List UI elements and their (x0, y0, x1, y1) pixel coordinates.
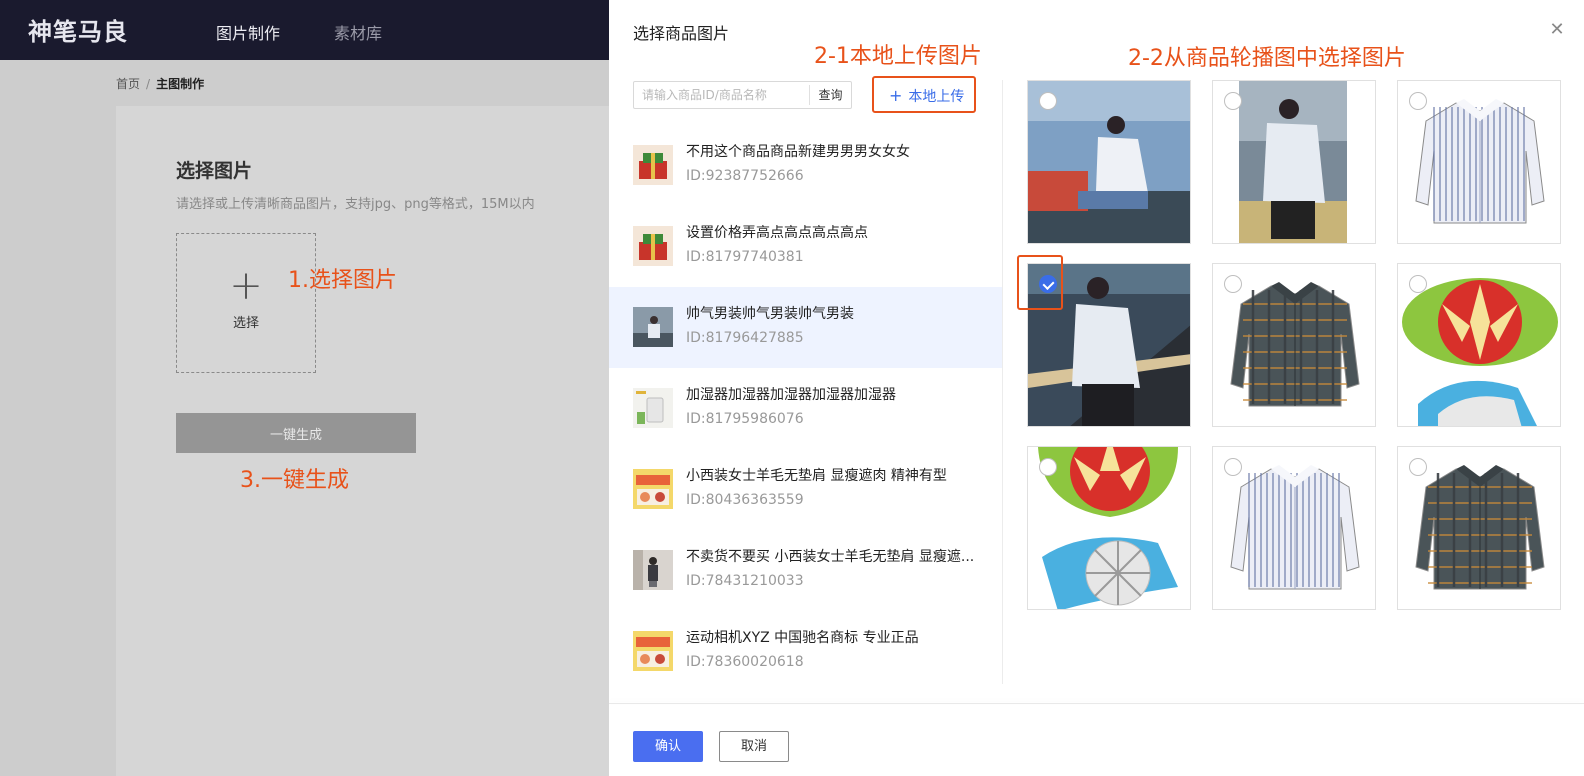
carousel-image[interactable] (1397, 263, 1561, 427)
confirm-button[interactable]: 确认 (633, 731, 703, 762)
radio-icon[interactable] (1039, 458, 1057, 476)
product-name: 加湿器加湿器加湿器加湿器加湿器 (686, 387, 896, 403)
product-list-item[interactable]: 设置价格弄高点高点高点高点 ID:81797740381 (609, 206, 1002, 287)
product-list-item[interactable]: 运动相机XYZ 中国驰名商标 专业正品 ID:78360020618 (609, 611, 1002, 692)
breadcrumb-home[interactable]: 首页 (116, 77, 140, 91)
product-list-item[interactable]: 不卖货不要买 小西装女士羊毛无垫肩 显瘦遮... ID:78431210033 (609, 530, 1002, 611)
app-logo[interactable]: 神笔马良 (28, 12, 128, 47)
carousel-image[interactable] (1212, 446, 1376, 610)
carousel-image[interactable] (1397, 446, 1561, 610)
one-click-generate-button[interactable]: 一键生成 (176, 413, 416, 453)
product-list-item[interactable]: 不用这个商品商品新建男男男女女女 ID:92387752666 (609, 125, 1002, 206)
carousel-image[interactable] (1027, 446, 1191, 610)
product-thumbnail (633, 469, 673, 509)
cancel-button[interactable]: 取消 (719, 731, 789, 762)
product-id: ID:81796427885 (686, 330, 804, 346)
footer-divider (609, 703, 1584, 704)
breadcrumb-separator: / (146, 77, 151, 91)
radio-icon[interactable] (1409, 92, 1427, 110)
nav-item-image-production[interactable]: 图片制作 (216, 20, 280, 44)
carousel-image[interactable] (1027, 80, 1191, 244)
product-id: ID:92387752666 (686, 168, 804, 184)
section-title: 选择图片 (176, 160, 253, 182)
annotation-step3: 3.一键生成 (240, 468, 349, 493)
product-id: ID:78431210033 (686, 573, 804, 589)
carousel-image[interactable] (1212, 80, 1376, 244)
product-name: 帅气男装帅气男装帅气男装 (686, 306, 854, 322)
radio-icon[interactable] (1224, 92, 1242, 110)
breadcrumb-current: 主图制作 (156, 77, 205, 91)
radio-icon[interactable] (1224, 275, 1242, 293)
product-thumbnail (633, 226, 673, 266)
product-name: 不用这个商品商品新建男男男女女女 (686, 144, 910, 160)
upload-label: 选择 (232, 316, 259, 331)
image-upload-box[interactable]: + 选择 (176, 233, 316, 373)
product-thumbnail (633, 550, 673, 590)
carousel-image[interactable] (1212, 263, 1376, 427)
radio-icon[interactable] (1039, 92, 1057, 110)
product-list-item[interactable]: 小西装女士羊毛无垫肩 显瘦遮肉 精神有型 ID:80436363559 (609, 449, 1002, 530)
product-id: ID:81797740381 (686, 249, 804, 265)
product-thumbnail (633, 145, 673, 185)
annotation-step2-1: 2-1本地上传图片 (814, 44, 982, 69)
radio-icon[interactable] (1224, 458, 1242, 476)
section-subtitle: 请选择或上传清晰商品图片，支持jpg、png等格式，15M以内 (176, 197, 535, 212)
carousel-image[interactable] (1397, 80, 1561, 244)
product-search-input[interactable] (634, 82, 809, 108)
product-list: 不用这个商品商品新建男男男女女女 ID:92387752666 设置价格弄高点高点高… (609, 125, 1002, 692)
radio-checked-icon[interactable] (1039, 275, 1057, 293)
radio-icon[interactable] (1409, 458, 1427, 476)
drawer-title: 选择商品图片 (633, 24, 730, 43)
product-list-item[interactable]: 加湿器加湿器加湿器加湿器加湿器 ID:81795986076 (609, 368, 1002, 449)
product-thumbnail (633, 631, 673, 671)
product-list-item[interactable]: 帅气男装帅气男装帅气男装 ID:81796427885 (609, 287, 1002, 368)
product-thumbnail (633, 307, 673, 347)
product-name: 运动相机XYZ 中国驰名商标 专业正品 (686, 630, 919, 646)
product-name: 不卖货不要买 小西装女士羊毛无垫肩 显瘦遮... (686, 549, 975, 565)
annotation-step1: 1.选择图片 (288, 268, 397, 293)
breadcrumb: 首页 / 主图制作 (116, 75, 204, 92)
search-button[interactable]: 查询 (809, 85, 851, 105)
product-thumbnail (633, 388, 673, 428)
product-id: ID:78360020618 (686, 654, 804, 670)
carousel-image[interactable] (1027, 263, 1191, 427)
product-name: 设置价格弄高点高点高点高点 (686, 225, 868, 241)
product-search: 查询 (633, 81, 852, 109)
product-name: 小西装女士羊毛无垫肩 显瘦遮肉 精神有型 (686, 468, 947, 484)
radio-icon[interactable] (1409, 275, 1427, 293)
annotation-step2-2: 2-2从商品轮播图中选择图片 (1128, 46, 1406, 71)
product-id: ID:80436363559 (686, 492, 804, 508)
divider (1002, 80, 1003, 684)
close-icon[interactable]: ✕ (1547, 20, 1567, 40)
product-id: ID:81795986076 (686, 411, 804, 427)
select-product-image-drawer: 选择商品图片 ✕ 查询 +本地上传 不用这个商品商品新建男男男女女女ID:923… (609, 0, 1584, 776)
annotation-highlight-local-upload (872, 76, 976, 113)
nav-item-material-library[interactable]: 素材库 (334, 20, 382, 44)
